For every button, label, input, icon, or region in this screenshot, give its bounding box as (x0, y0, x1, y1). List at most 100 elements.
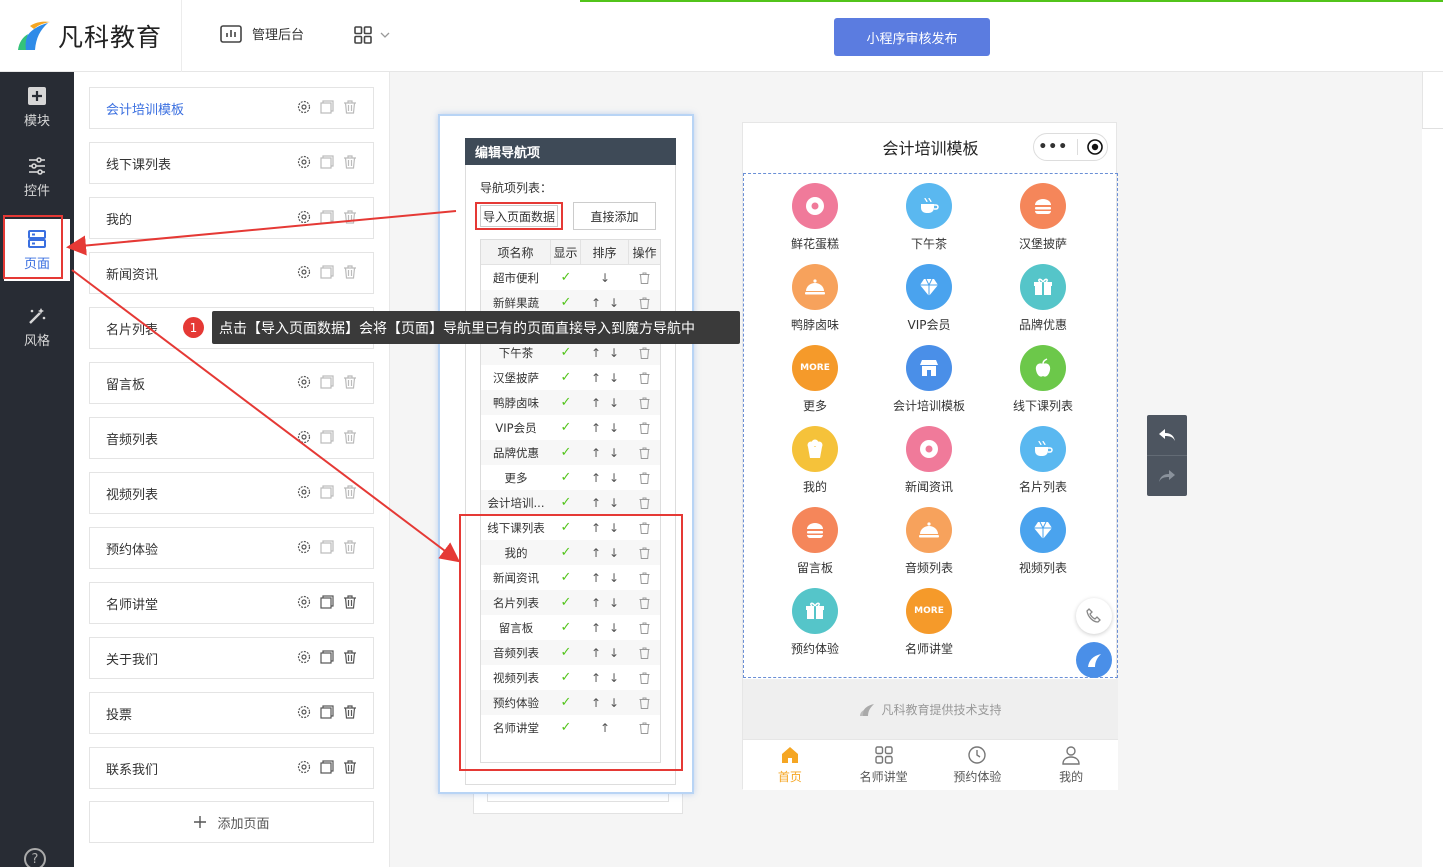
move-down-icon[interactable]: ↓ (600, 271, 610, 285)
settings-gear-icon[interactable] (297, 485, 311, 499)
settings-gear-icon[interactable] (297, 155, 311, 169)
visible-check-icon[interactable]: ✓ (551, 465, 581, 490)
copy-icon[interactable] (320, 155, 334, 169)
brand-logo[interactable]: 凡科教育 (16, 16, 162, 56)
trash-icon[interactable] (343, 430, 357, 444)
move-down-icon[interactable]: ↓ (609, 421, 619, 435)
grid-nav-item[interactable]: MORE 名师讲堂 (874, 588, 984, 657)
copy-icon[interactable] (320, 540, 334, 554)
settings-gear-icon[interactable] (297, 595, 311, 609)
publish-button[interactable]: 小程序审核发布 (834, 18, 990, 56)
settings-gear-icon[interactable] (297, 430, 311, 444)
trash-icon[interactable] (343, 540, 357, 554)
grid-nav-item[interactable]: 下午茶 (874, 183, 984, 252)
delete-row-button[interactable] (629, 365, 660, 390)
settings-gear-icon[interactable] (297, 650, 311, 664)
help-icon[interactable]: ? (24, 848, 46, 867)
move-up-icon[interactable]: ↑ (591, 296, 601, 310)
tab-booking[interactable]: 预约体验 (931, 740, 1025, 790)
delete-row-button[interactable] (629, 415, 660, 440)
visible-check-icon[interactable]: ✓ (551, 415, 581, 440)
delete-row-button[interactable] (629, 265, 660, 290)
page-item[interactable]: 名师讲堂 (89, 582, 374, 624)
trash-icon[interactable] (343, 595, 357, 609)
move-down-icon[interactable]: ↓ (609, 346, 619, 360)
visible-check-icon[interactable]: ✓ (551, 490, 581, 515)
trash-icon[interactable] (343, 155, 357, 169)
grid-nav-item[interactable]: 品牌优惠 (988, 264, 1098, 333)
copy-icon[interactable] (320, 705, 334, 719)
add-page-button[interactable]: 添加页面 (89, 801, 374, 843)
grid-nav-item[interactable]: 线下课列表 (988, 345, 1098, 414)
sidebar-item-style[interactable]: 风格 (0, 292, 74, 362)
phone-call-button[interactable] (1076, 598, 1112, 634)
settings-gear-icon[interactable] (297, 265, 311, 279)
copy-icon[interactable] (320, 595, 334, 609)
copy-icon[interactable] (320, 760, 334, 774)
settings-gear-icon[interactable] (297, 705, 311, 719)
tab-home[interactable]: 首页 (743, 740, 837, 790)
trash-icon[interactable] (343, 485, 357, 499)
page-item[interactable]: 新闻资讯 (89, 252, 374, 294)
page-item[interactable]: 音频列表 (89, 417, 374, 459)
copy-icon[interactable] (320, 375, 334, 389)
more-dots-icon[interactable]: ••• (1038, 139, 1068, 155)
trash-icon[interactable] (343, 760, 357, 774)
grid-nav-item[interactable]: 新闻资讯 (874, 426, 984, 495)
tab-mine[interactable]: 我的 (1024, 740, 1118, 790)
brand-float-button[interactable] (1076, 642, 1112, 678)
page-item[interactable]: 视频列表 (89, 472, 374, 514)
page-item[interactable]: 留言板 (89, 362, 374, 404)
grid-nav-item[interactable]: 音频列表 (874, 507, 984, 576)
settings-gear-icon[interactable] (297, 540, 311, 554)
move-up-icon[interactable]: ↑ (591, 496, 601, 510)
page-item[interactable]: 关于我们 (89, 637, 374, 679)
page-item[interactable]: 预约体验 (89, 527, 374, 569)
import-page-data-button[interactable]: 导入页面数据 (475, 202, 563, 230)
trash-icon[interactable] (343, 100, 357, 114)
grid-nav-item[interactable]: 留言板 (760, 507, 870, 576)
apps-menu-button[interactable] (354, 26, 390, 44)
trash-icon[interactable] (343, 265, 357, 279)
grid-nav-item[interactable]: 我的 (760, 426, 870, 495)
grid-nav-item[interactable]: 视频列表 (988, 507, 1098, 576)
miniprogram-capsule[interactable]: ••• (1033, 133, 1108, 161)
undo-button[interactable] (1147, 415, 1187, 455)
grid-nav-item[interactable]: 汉堡披萨 (988, 183, 1098, 252)
move-down-icon[interactable]: ↓ (609, 296, 619, 310)
copy-icon[interactable] (320, 210, 334, 224)
direct-add-button[interactable]: 直接添加 (573, 202, 656, 230)
page-item[interactable]: 我的 (89, 197, 374, 239)
move-up-icon[interactable]: ↑ (591, 446, 601, 460)
grid-nav-item[interactable]: 会计培训模板 (874, 345, 984, 414)
page-item[interactable]: 投票 (89, 692, 374, 734)
settings-gear-icon[interactable] (297, 760, 311, 774)
settings-gear-icon[interactable] (297, 100, 311, 114)
move-down-icon[interactable]: ↓ (609, 371, 619, 385)
move-down-icon[interactable]: ↓ (609, 496, 619, 510)
delete-row-button[interactable] (629, 490, 660, 515)
move-up-icon[interactable]: ↑ (591, 471, 601, 485)
sidebar-item-controls[interactable]: 控件 (0, 142, 74, 212)
delete-row-button[interactable] (629, 465, 660, 490)
move-down-icon[interactable]: ↓ (609, 446, 619, 460)
move-down-icon[interactable]: ↓ (609, 396, 619, 410)
close-target-icon[interactable] (1086, 139, 1103, 155)
grid-nav-item[interactable]: 鲜花蛋糕 (760, 183, 870, 252)
settings-gear-icon[interactable] (297, 375, 311, 389)
grid-nav-item[interactable]: 预约体验 (760, 588, 870, 657)
sidebar-item-modules[interactable]: 模块 (0, 72, 74, 142)
copy-icon[interactable] (320, 485, 334, 499)
copy-icon[interactable] (320, 100, 334, 114)
trash-icon[interactable] (343, 650, 357, 664)
page-item[interactable]: 会计培训模板 (89, 87, 374, 129)
visible-check-icon[interactable]: ✓ (551, 365, 581, 390)
move-up-icon[interactable]: ↑ (591, 396, 601, 410)
grid-nav-item[interactable]: MORE 更多 (760, 345, 870, 414)
move-up-icon[interactable]: ↑ (591, 421, 601, 435)
visible-check-icon[interactable]: ✓ (551, 440, 581, 465)
grid-nav-item[interactable]: VIP会员 (874, 264, 984, 333)
trash-icon[interactable] (343, 375, 357, 389)
copy-icon[interactable] (320, 265, 334, 279)
admin-link[interactable]: 管理后台 (220, 24, 304, 43)
